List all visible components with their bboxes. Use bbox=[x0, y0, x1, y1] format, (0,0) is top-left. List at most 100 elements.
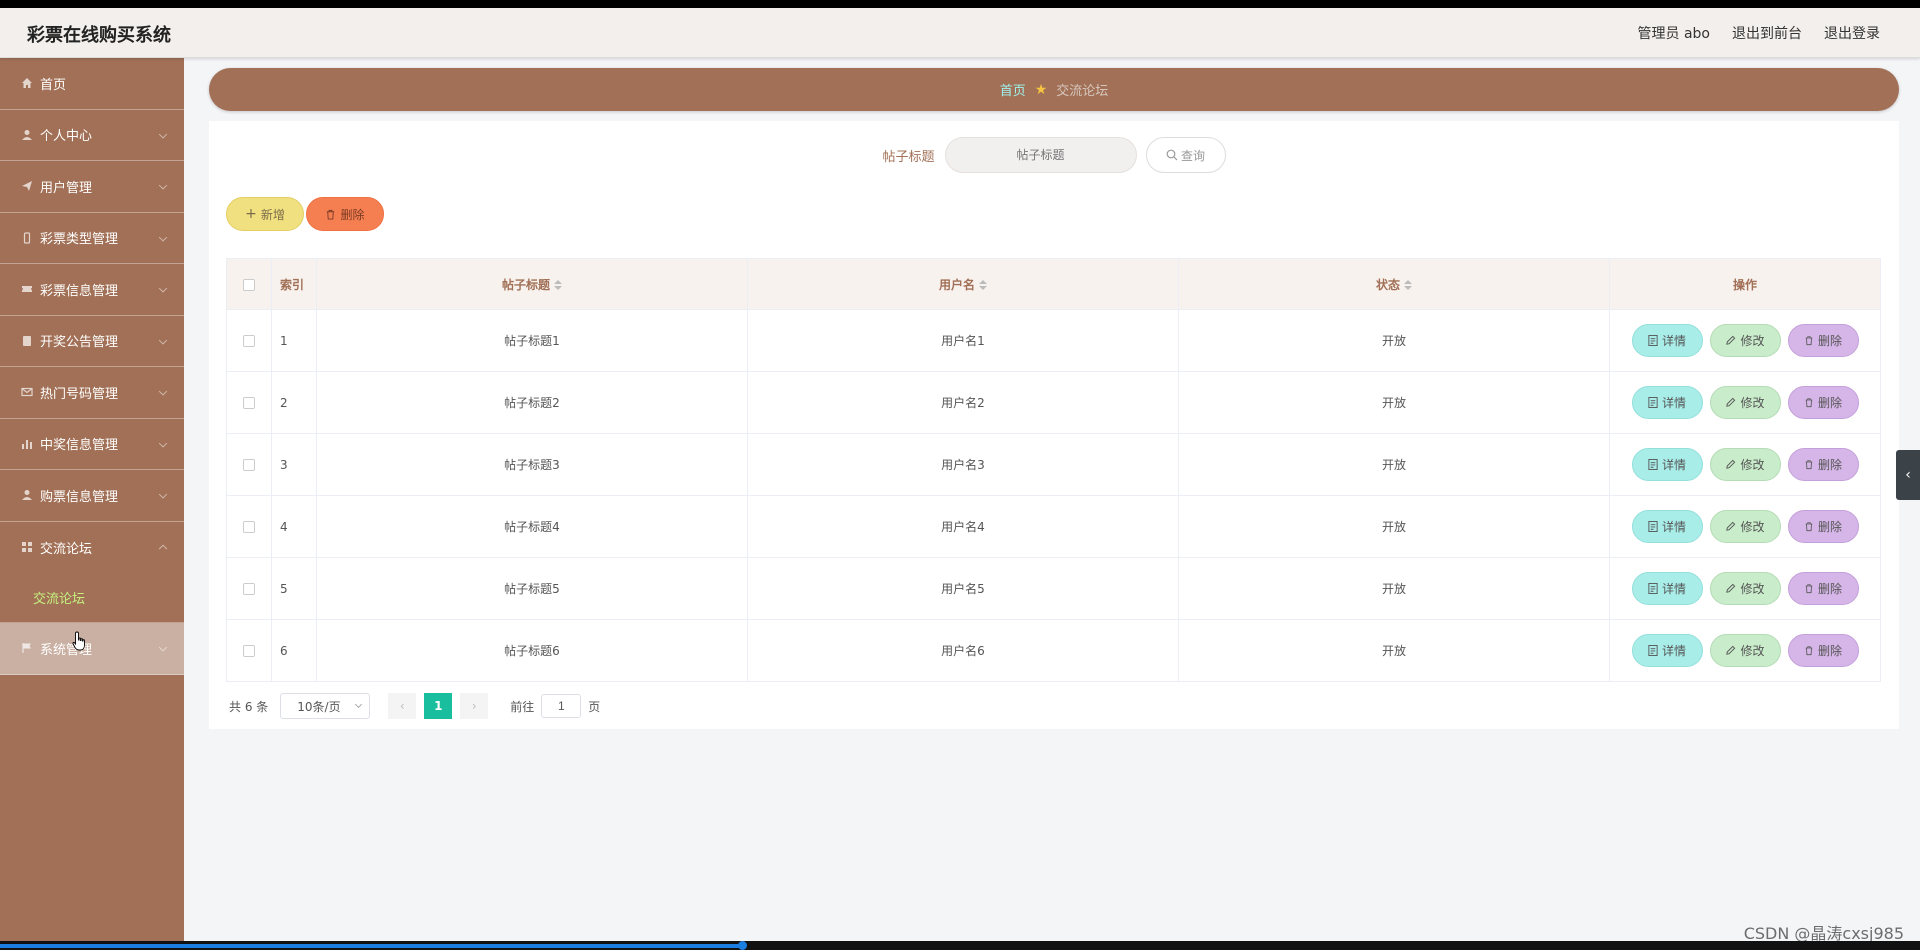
delete-button[interactable]: 删除 bbox=[1787, 386, 1859, 419]
edit-button[interactable]: 修改 bbox=[1709, 386, 1781, 419]
detail-label: 详情 bbox=[1661, 644, 1686, 658]
chevron-down-icon bbox=[158, 490, 168, 499]
delete-button[interactable]: 删除 bbox=[1787, 572, 1859, 605]
user-icon bbox=[20, 128, 34, 142]
row-index: 4 bbox=[271, 495, 317, 558]
table-body: 1 帖子标题1 用户名1 开放 详情 修改 删除 2 帖子标题2 用户名2 开放… bbox=[226, 309, 1881, 682]
sidebar-item-forum[interactable]: 交流论坛 bbox=[0, 522, 184, 574]
row-checkbox[interactable] bbox=[243, 335, 255, 347]
edit-button[interactable]: 修改 bbox=[1709, 510, 1781, 543]
row-username: 用户名5 bbox=[747, 557, 1179, 620]
delete-button[interactable]: 删除 bbox=[1787, 510, 1859, 543]
detail-button[interactable]: 详情 bbox=[1631, 634, 1703, 667]
post-title-search-input[interactable] bbox=[944, 137, 1137, 173]
column-header-username[interactable]: 用户名 bbox=[747, 258, 1179, 310]
goto-page-input[interactable] bbox=[541, 694, 582, 718]
detail-label: 详情 bbox=[1661, 334, 1686, 348]
detail-button[interactable]: 详情 bbox=[1631, 386, 1703, 419]
column-header-status[interactable]: 状态 bbox=[1178, 258, 1610, 310]
breadcrumb-home[interactable]: 首页 bbox=[1000, 80, 1026, 99]
sidebar-item-personal-center[interactable]: 个人中心 bbox=[0, 110, 184, 161]
detail-label: 详情 bbox=[1661, 582, 1686, 596]
row-checkbox[interactable] bbox=[243, 459, 255, 471]
sidebar-item-winning-info[interactable]: 中奖信息管理 bbox=[0, 419, 184, 470]
sidebar-item-home[interactable]: 首页 bbox=[0, 58, 184, 110]
row-checkbox[interactable] bbox=[243, 521, 255, 533]
row-select-cell bbox=[226, 557, 272, 620]
breadcrumb-current: 交流论坛 bbox=[1056, 84, 1109, 99]
page-number-current[interactable]: 1 bbox=[424, 693, 453, 719]
table-row: 4 帖子标题4 用户名4 开放 详情 修改 删除 bbox=[226, 495, 1881, 558]
sidebar-item-label: 个人中心 bbox=[40, 129, 93, 145]
top-bar: 彩票在线购买系统 管理员 abo 退出到前台 退出登录 bbox=[0, 8, 1920, 58]
delete-button[interactable]: 删除 bbox=[1787, 634, 1859, 667]
detail-label: 详情 bbox=[1661, 396, 1686, 410]
add-button-label: 新增 bbox=[260, 207, 285, 222]
sort-icon[interactable] bbox=[1404, 280, 1412, 290]
sort-icon[interactable] bbox=[554, 280, 562, 290]
forum-table: 索引 帖子标题 用户名 状态 操作 1 帖子标题1 用户名1 开放 详情 修改 … bbox=[226, 258, 1881, 682]
logout-link[interactable]: 退出登录 bbox=[1824, 23, 1880, 43]
page-size-select[interactable]: 10条/页 bbox=[280, 693, 371, 719]
detail-button[interactable]: 详情 bbox=[1631, 510, 1703, 543]
column-header-actions: 操作 bbox=[1609, 258, 1881, 310]
detail-label: 详情 bbox=[1661, 520, 1686, 534]
detail-button[interactable]: 详情 bbox=[1631, 324, 1703, 357]
row-username: 用户名2 bbox=[747, 371, 1179, 434]
back-to-front-link[interactable]: 退出到前台 bbox=[1732, 23, 1802, 43]
document-icon bbox=[1648, 583, 1658, 594]
detail-button[interactable]: 详情 bbox=[1631, 448, 1703, 481]
sidebar-subitem-forum[interactable]: 交流论坛 bbox=[0, 573, 184, 623]
delete-label: 删除 bbox=[1817, 396, 1842, 410]
watermark: CSDN @晶涛cxsj985 bbox=[1743, 924, 1904, 941]
sidebar-item-hot-numbers[interactable]: 热门号码管理 bbox=[0, 367, 184, 419]
row-actions: 详情 修改 删除 bbox=[1609, 619, 1881, 682]
video-progress-bar[interactable] bbox=[0, 944, 743, 948]
sidebar-item-lottery-type[interactable]: 彩票类型管理 bbox=[0, 213, 184, 264]
next-page-button[interactable]: › bbox=[460, 693, 489, 719]
delete-button[interactable]: 删除 bbox=[1787, 448, 1859, 481]
sidebar-item-system[interactable]: 系统管理 bbox=[0, 623, 184, 675]
row-checkbox[interactable] bbox=[243, 397, 255, 409]
edit-button[interactable]: 修改 bbox=[1709, 572, 1781, 605]
sidebar-item-lottery-info[interactable]: 彩票信息管理 bbox=[0, 264, 184, 316]
row-checkbox[interactable] bbox=[243, 583, 255, 595]
edit-button[interactable]: 修改 bbox=[1709, 324, 1781, 357]
search-button[interactable]: 查询 bbox=[1145, 137, 1226, 173]
sidebar-item-purchase-info[interactable]: 购票信息管理 bbox=[0, 470, 184, 522]
chevron-down-icon bbox=[158, 181, 168, 190]
edit-icon bbox=[1726, 335, 1736, 345]
row-post-title: 帖子标题2 bbox=[316, 371, 748, 434]
edit-label: 修改 bbox=[1740, 520, 1765, 534]
row-checkbox[interactable] bbox=[243, 645, 255, 657]
collapse-side-tab[interactable]: ‹ bbox=[1896, 450, 1920, 500]
edit-button[interactable]: 修改 bbox=[1709, 634, 1781, 667]
column-header-title[interactable]: 帖子标题 bbox=[316, 258, 748, 310]
admin-label[interactable]: 管理员 abo bbox=[1638, 23, 1710, 43]
star-icon: ★ bbox=[1034, 81, 1048, 98]
sidebar: 首页 个人中心 用户管理 彩票类型管理 彩票信息管理 开奖公告管理 热门号码管理… bbox=[0, 58, 184, 941]
sort-icon[interactable] bbox=[979, 280, 987, 290]
action-row: + 新增 删除 bbox=[226, 197, 384, 231]
chevron-down-icon bbox=[158, 438, 168, 448]
sidebar-item-draw-announcement[interactable]: 开奖公告管理 bbox=[0, 316, 184, 367]
add-button[interactable]: + 新增 bbox=[226, 197, 304, 231]
batch-delete-button[interactable]: 删除 bbox=[306, 197, 384, 231]
chevron-up-icon bbox=[158, 544, 168, 554]
table-row: 6 帖子标题6 用户名6 开放 详情 修改 删除 bbox=[226, 619, 1881, 682]
sidebar-item-user-management[interactable]: 用户管理 bbox=[0, 161, 184, 213]
pagination: 共 6 条 10条/页 ‹ 1 › 前往 页 bbox=[229, 693, 600, 719]
row-action-buttons: 详情 修改 删除 bbox=[1610, 324, 1880, 357]
edit-button[interactable]: 修改 bbox=[1709, 448, 1781, 481]
table-row: 2 帖子标题2 用户名2 开放 详情 修改 删除 bbox=[226, 371, 1881, 434]
row-action-buttons: 详情 修改 删除 bbox=[1610, 634, 1880, 667]
trash-icon bbox=[1805, 336, 1813, 346]
row-actions: 详情 修改 删除 bbox=[1609, 433, 1881, 496]
prev-page-button[interactable]: ‹ bbox=[388, 693, 417, 719]
video-progress-handle[interactable] bbox=[738, 941, 747, 950]
column-header-index: 索引 bbox=[271, 258, 317, 310]
document-icon bbox=[1648, 335, 1658, 346]
detail-button[interactable]: 详情 bbox=[1631, 572, 1703, 605]
delete-button[interactable]: 删除 bbox=[1787, 324, 1859, 357]
select-all-checkbox[interactable] bbox=[243, 278, 255, 291]
